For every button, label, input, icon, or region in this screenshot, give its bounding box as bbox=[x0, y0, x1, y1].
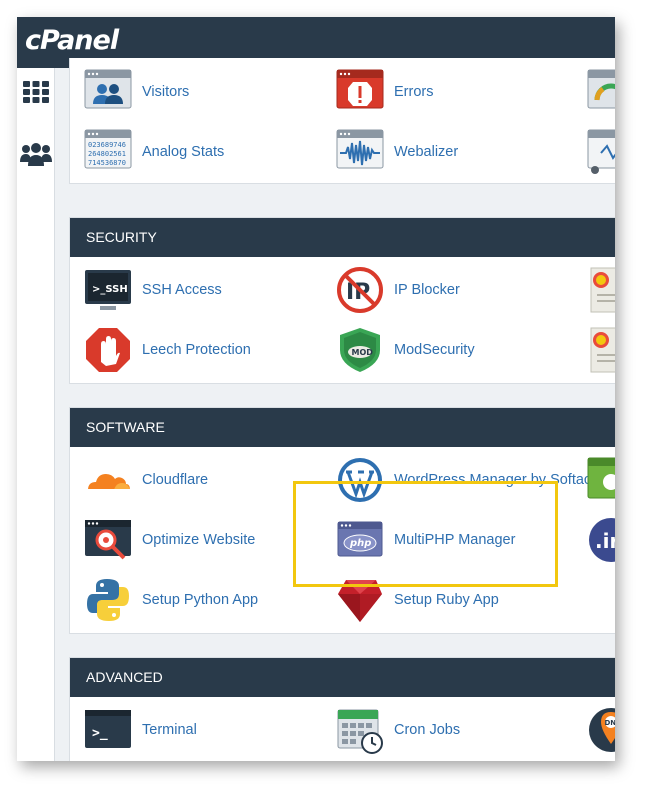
advanced-item-label: Cron Jobs bbox=[394, 722, 461, 738]
software-item-label: MultiPHP Manager bbox=[394, 532, 516, 548]
advanced-item-label: Terminal bbox=[142, 722, 197, 738]
software-item-label: Setup Python App bbox=[142, 592, 259, 608]
cron-jobs-icon bbox=[337, 709, 383, 754]
software-item-label: WordPress Manager by Softaculous bbox=[394, 472, 615, 488]
modsecurity-icon: MOD bbox=[340, 328, 380, 372]
svg-text:IP: IP bbox=[346, 280, 370, 305]
stats-icon bbox=[587, 129, 615, 174]
security-item-ssl[interactable] bbox=[587, 266, 615, 314]
software-item-label: Cloudflare bbox=[142, 472, 209, 488]
main-content: Visitors Errors 023689746 264802561 7145… bbox=[55, 58, 615, 761]
webalizer-icon bbox=[336, 129, 384, 169]
certificate-icon bbox=[590, 327, 615, 373]
metrics-item-visitors[interactable]: Visitors bbox=[84, 68, 189, 116]
advanced-item-terminal[interactable]: >_ Terminal bbox=[84, 706, 197, 754]
svg-text:264802561: 264802561 bbox=[88, 150, 126, 158]
sidebar bbox=[17, 68, 55, 761]
terminal-icon: >_ bbox=[85, 710, 131, 748]
optimize-icon bbox=[85, 520, 131, 560]
security-item-modsecurity[interactable]: MOD ModSecurity bbox=[336, 326, 475, 374]
svg-text:023689746: 023689746 bbox=[88, 141, 126, 149]
metrics-panel: Visitors Errors 023689746 264802561 7145… bbox=[69, 58, 615, 184]
gauge-icon bbox=[587, 69, 615, 109]
analog-stats-icon: 023689746 264802561 714536870 bbox=[84, 129, 132, 169]
advanced-panel-title[interactable]: ADVANCED bbox=[70, 658, 615, 697]
app-icon bbox=[336, 758, 384, 761]
visitors-icon bbox=[84, 69, 132, 109]
users-icon[interactable] bbox=[17, 138, 54, 170]
svg-text:714536870: 714536870 bbox=[88, 159, 126, 167]
metrics-item-label: Analog Stats bbox=[142, 144, 225, 160]
security-item-ip-blocker[interactable]: IP IP Blocker bbox=[336, 266, 460, 314]
security-item-label: ModSecurity bbox=[394, 342, 475, 358]
software-item-wordpress-manager[interactable]: WordPress Manager by Softaculous bbox=[336, 456, 615, 504]
metrics-item-label: Visitors bbox=[142, 84, 190, 100]
software-item-setup-python-app[interactable]: Setup Python App bbox=[84, 576, 258, 624]
metrics-item-partial[interactable] bbox=[587, 128, 615, 176]
software-panel: SOFTWARE Cloudflare WordPress Manager by… bbox=[69, 407, 615, 634]
metrics-item-webalizer[interactable]: Webalizer bbox=[336, 128, 458, 176]
svg-text:>_SSH: >_SSH bbox=[92, 284, 128, 295]
security-item-label: SSH Access bbox=[142, 282, 222, 298]
software-item-multiphp-manager[interactable]: php MultiPHP Manager bbox=[336, 516, 515, 564]
metrics-item-errors[interactable]: Errors bbox=[336, 68, 433, 116]
software-panel-title[interactable]: SOFTWARE bbox=[70, 408, 615, 447]
cloudflare-icon bbox=[88, 474, 130, 491]
software-item-optimize-website[interactable]: Optimize Website bbox=[84, 516, 255, 564]
ssh-icon: >_SSH bbox=[85, 270, 131, 310]
security-item-label: IP Blocker bbox=[394, 282, 460, 298]
php-icon: php bbox=[337, 521, 383, 557]
python-icon bbox=[87, 579, 129, 621]
grid-icon[interactable] bbox=[17, 76, 54, 108]
security-panel-title[interactable]: SECURITY bbox=[70, 218, 615, 257]
app-icon bbox=[587, 457, 615, 499]
ruby-icon bbox=[338, 580, 382, 622]
app-icon bbox=[84, 758, 132, 761]
advanced-item-partial[interactable]: DN bbox=[587, 706, 615, 754]
metrics-item-label: Webalizer bbox=[394, 144, 459, 160]
svg-text:php: php bbox=[349, 538, 371, 549]
ir-icon: .ir bbox=[589, 518, 615, 562]
svg-text:DN: DN bbox=[605, 719, 616, 727]
security-item-ssh-access[interactable]: >_SSH SSH Access bbox=[84, 266, 222, 314]
advanced-item-row2-b[interactable] bbox=[336, 758, 384, 761]
errors-icon bbox=[336, 69, 384, 109]
security-item-leech-protection[interactable]: Leech Protection bbox=[84, 326, 251, 374]
dns-icon: DN bbox=[589, 708, 616, 752]
metrics-item-bandwidth[interactable] bbox=[587, 68, 615, 116]
svg-text:MOD: MOD bbox=[352, 348, 374, 357]
svg-text:>_: >_ bbox=[92, 726, 108, 741]
cpanel-window: cPanel Visitors Errors 023689746 2648025… bbox=[17, 17, 615, 761]
security-item-ssl-2[interactable] bbox=[587, 326, 615, 374]
advanced-item-cron-jobs[interactable]: Cron Jobs bbox=[336, 706, 460, 754]
advanced-item-row2-a[interactable] bbox=[84, 758, 132, 761]
cpanel-logo[interactable]: cPanel bbox=[25, 25, 119, 56]
svg-text:.ir: .ir bbox=[595, 529, 615, 553]
metrics-item-analog-stats[interactable]: 023689746 264802561 714536870 Analog Sta… bbox=[84, 128, 224, 176]
software-item-partial-2[interactable]: .ir bbox=[587, 516, 615, 564]
software-item-setup-ruby-app[interactable]: Setup Ruby App bbox=[336, 576, 499, 624]
security-panel: SECURITY >_SSH SSH Access IP IP Blocker bbox=[69, 217, 615, 384]
software-item-cloudflare[interactable]: Cloudflare bbox=[84, 456, 208, 504]
advanced-panel: ADVANCED >_ Terminal Cron Jobs DN bbox=[69, 657, 615, 761]
security-item-label: Leech Protection bbox=[142, 342, 251, 358]
leech-protection-icon bbox=[86, 328, 130, 372]
software-item-partial[interactable] bbox=[587, 456, 615, 504]
software-item-label: Setup Ruby App bbox=[394, 592, 499, 608]
ip-blocker-icon: IP bbox=[337, 267, 383, 313]
software-item-label: Optimize Website bbox=[142, 532, 256, 548]
certificate-icon bbox=[590, 267, 615, 313]
metrics-item-label: Errors bbox=[394, 84, 434, 100]
wordpress-icon bbox=[338, 458, 382, 502]
